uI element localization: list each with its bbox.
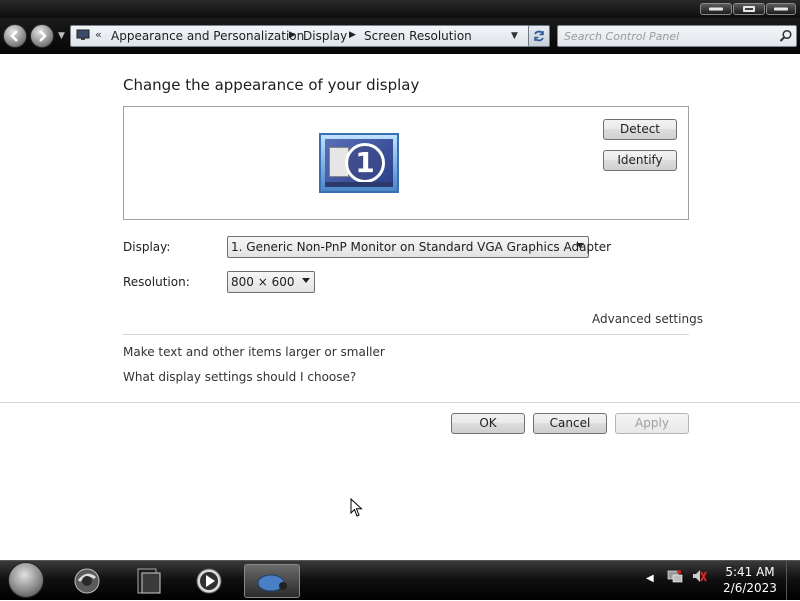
- chevron-down-icon: [576, 243, 584, 248]
- clock-date: 2/6/2023: [723, 581, 777, 595]
- show-desktop-button[interactable]: [786, 561, 800, 600]
- search-icon[interactable]: [779, 29, 793, 43]
- media-player-icon: [196, 568, 222, 594]
- maximize-button[interactable]: [733, 3, 765, 15]
- system-clock[interactable]: 5:41 AM 2/6/2023: [722, 564, 778, 596]
- address-overflow-icon[interactable]: «: [95, 28, 102, 41]
- divider: [123, 334, 689, 335]
- monitor-screen: 1: [325, 139, 393, 187]
- internet-explorer-icon: [74, 568, 100, 594]
- show-hidden-icons-icon[interactable]: ◀: [646, 573, 654, 584]
- advanced-settings-link[interactable]: Advanced settings: [592, 312, 703, 326]
- resolution-select-value: 800 × 600: [231, 275, 295, 289]
- resolution-label: Resolution:: [123, 275, 190, 289]
- taskbar: ◀ 5:41 AM 2/6/2023: [0, 560, 800, 600]
- title-bar: [0, 0, 800, 18]
- display-select-value: 1. Generic Non-PnP Monitor on Standard V…: [231, 240, 612, 254]
- control-panel-taskbar-icon: [257, 574, 287, 592]
- start-button[interactable]: [8, 562, 44, 598]
- minimize-icon: [709, 7, 723, 11]
- detect-button[interactable]: Detect: [603, 119, 677, 140]
- address-dropdown-icon[interactable]: ▼: [511, 31, 518, 41]
- refresh-button[interactable]: [528, 25, 550, 47]
- resolution-select[interactable]: 800 × 600: [227, 271, 315, 293]
- display-help-link[interactable]: What display settings should I choose?: [123, 370, 356, 384]
- recent-pages-dropdown-icon[interactable]: ▼: [58, 31, 65, 41]
- cancel-button[interactable]: Cancel: [533, 413, 607, 434]
- taskbar-app-ie[interactable]: [66, 564, 108, 598]
- monitor-number: 1: [345, 143, 385, 183]
- network-icon[interactable]: [666, 565, 684, 587]
- taskbar-app-media-player[interactable]: [188, 564, 230, 598]
- identify-button[interactable]: Identify: [603, 150, 677, 171]
- divider: [0, 402, 800, 403]
- search-box[interactable]: [557, 25, 797, 47]
- display-preview-panel: 1 Detect Identify: [123, 106, 689, 220]
- search-input[interactable]: [564, 28, 769, 44]
- breadcrumb-separator-icon[interactable]: ▶: [349, 30, 356, 40]
- close-icon: [774, 7, 788, 11]
- clock-time: 5:41 AM: [725, 565, 775, 579]
- taskbar-app-explorer[interactable]: [128, 564, 170, 598]
- breadcrumb-screen-resolution[interactable]: Screen Resolution: [364, 29, 472, 43]
- breadcrumb-separator-icon[interactable]: ▶: [289, 30, 296, 40]
- control-panel-icon: [76, 29, 90, 40]
- breadcrumb-display[interactable]: Display: [303, 29, 347, 43]
- forward-arrow-icon: [39, 30, 47, 42]
- refresh-icon: [534, 30, 544, 42]
- text-size-link[interactable]: Make text and other items larger or smal…: [123, 345, 385, 359]
- volume-icon[interactable]: [690, 565, 708, 587]
- ok-button[interactable]: OK: [451, 413, 525, 434]
- forward-button[interactable]: [30, 24, 54, 48]
- taskbar-app-control-panel[interactable]: [244, 564, 300, 598]
- chevron-down-icon: [302, 278, 310, 283]
- navigation-bar: ▼ « Appearance and Personalization ▶ Dis…: [0, 18, 800, 54]
- apply-button[interactable]: Apply: [615, 413, 689, 434]
- display-label: Display:: [123, 240, 171, 254]
- mouse-cursor-icon: [350, 498, 363, 517]
- folder-explorer-icon: [137, 568, 161, 594]
- minimize-button[interactable]: [700, 3, 732, 15]
- close-button[interactable]: [766, 3, 796, 15]
- taskbar-thumbnail: [325, 182, 393, 187]
- breadcrumb-appearance[interactable]: Appearance and Personalization: [111, 29, 304, 43]
- back-arrow-icon: [10, 30, 18, 42]
- maximize-icon: [743, 6, 755, 12]
- back-button[interactable]: [3, 24, 27, 48]
- page-title: Change the appearance of your display: [123, 76, 420, 94]
- address-bar[interactable]: « Appearance and Personalization ▶ Displ…: [70, 25, 550, 47]
- monitor-1-icon[interactable]: 1: [319, 133, 399, 193]
- display-select[interactable]: 1. Generic Non-PnP Monitor on Standard V…: [227, 236, 611, 258]
